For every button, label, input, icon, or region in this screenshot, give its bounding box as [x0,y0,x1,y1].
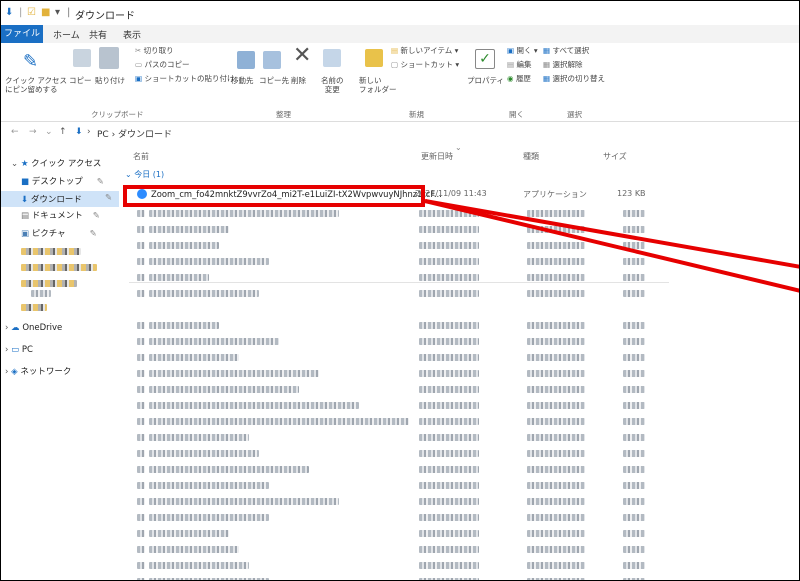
pointer-arrow [424,199,799,293]
explorer-window: ⬇ | ☑ ■ ▾ | ダウンロード ファイル ホーム 共有 表示 ✎ クイック… [0,0,800,581]
